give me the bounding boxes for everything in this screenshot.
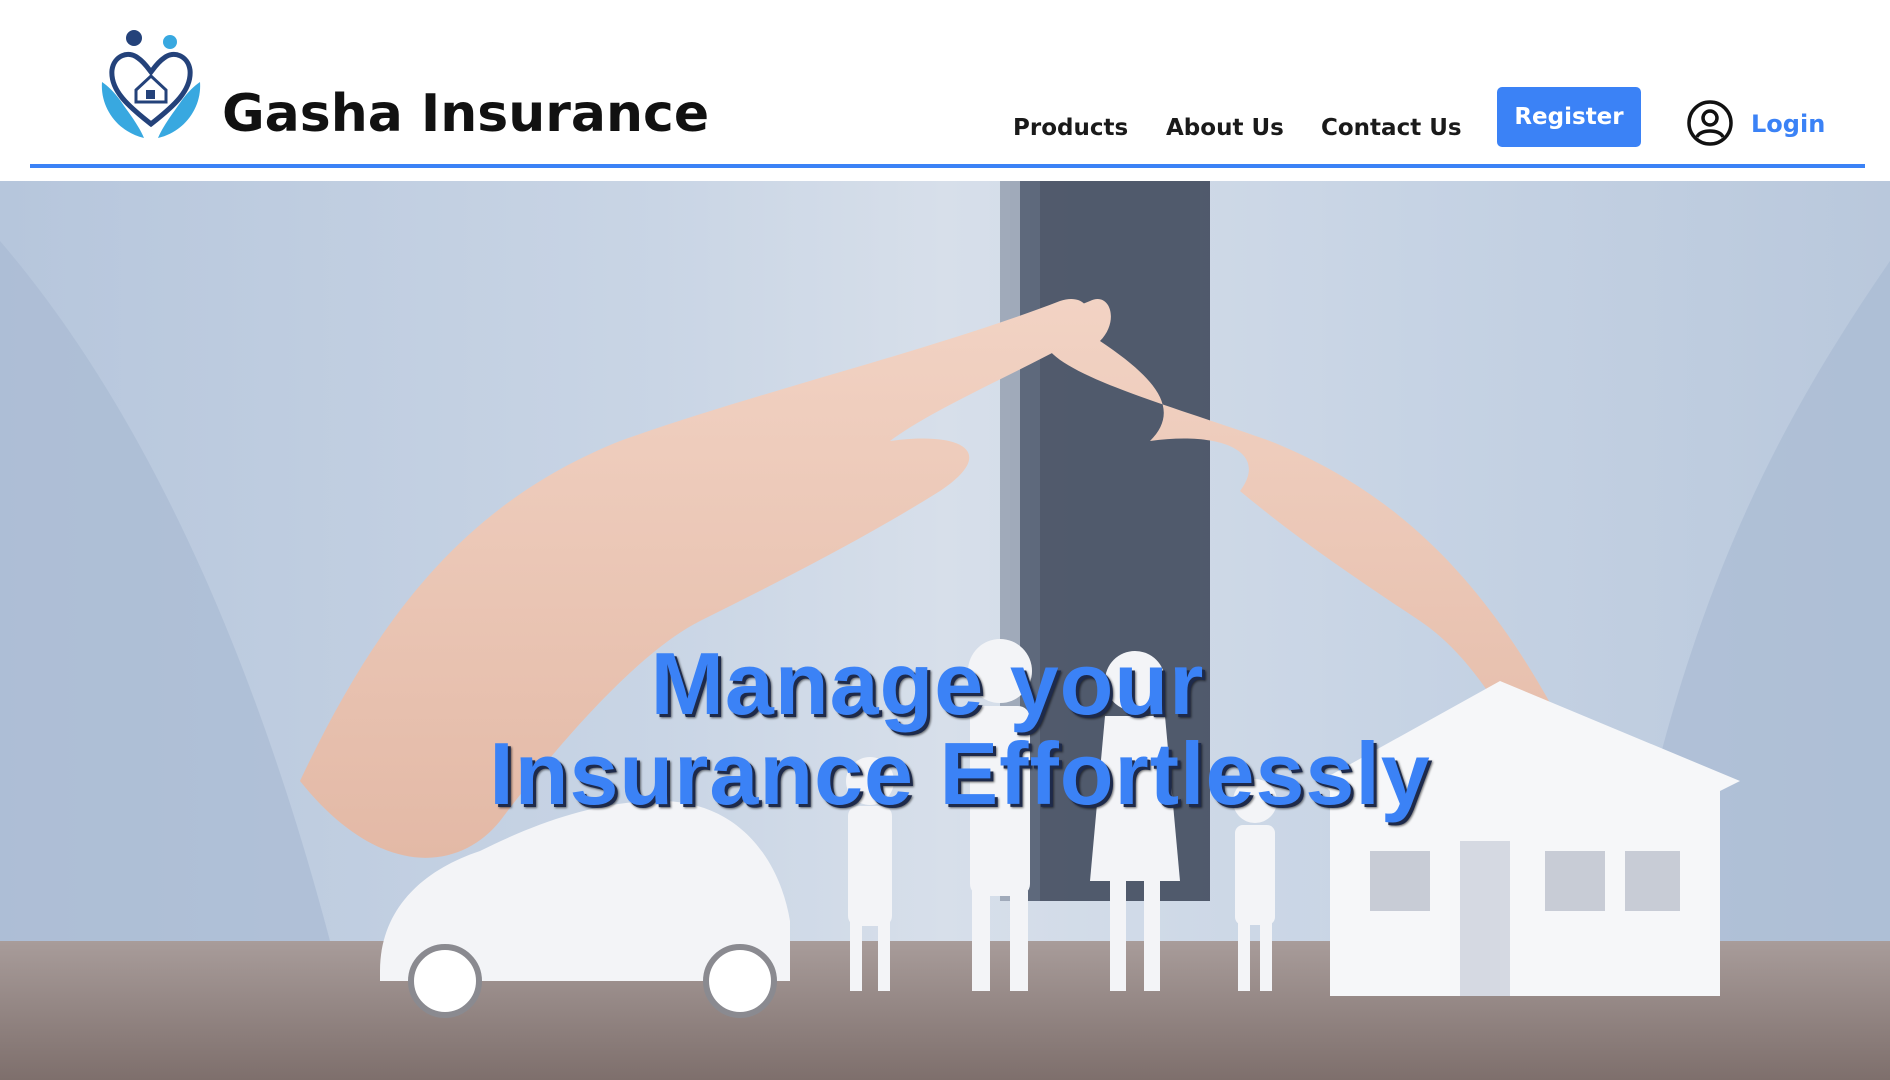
site-header: Gasha Insurance Products About Us Contac… [0, 0, 1890, 181]
brand-name[interactable]: Gasha Insurance [222, 84, 709, 144]
nav-contact-link[interactable]: Contact Us [1321, 114, 1462, 142]
hero-headline: Manage your Insurance Effortlessly [0, 639, 1890, 819]
login-link[interactable]: Login [1751, 110, 1825, 138]
header-divider [30, 164, 1865, 168]
nav-about-link[interactable]: About Us [1166, 114, 1284, 142]
hero-headline-line2: Insurance Effortlessly [489, 724, 1431, 823]
hero-headline-line1: Manage your [650, 634, 1205, 733]
hero-image [0, 181, 1890, 1080]
hero-banner: Manage your Insurance Effortlessly [0, 181, 1890, 1080]
nav-products-link[interactable]: Products [1013, 114, 1128, 142]
register-button[interactable]: Register [1497, 87, 1641, 147]
family-hands-logo-icon[interactable] [98, 28, 204, 142]
user-circle-icon[interactable] [1686, 99, 1734, 147]
